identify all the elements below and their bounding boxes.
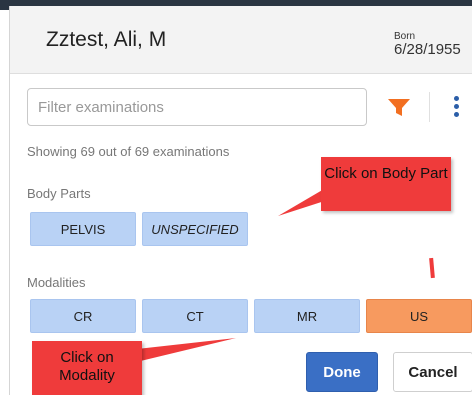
body-part-chip-pelvis[interactable]: PELVIS bbox=[30, 212, 136, 246]
modality-chip-mr[interactable]: MR bbox=[254, 299, 360, 333]
modality-chip-cr[interactable]: CR bbox=[30, 299, 136, 333]
body-parts-label: Body Parts bbox=[27, 186, 91, 201]
toolbar-divider bbox=[429, 92, 430, 122]
filter-examinations-input[interactable] bbox=[27, 88, 367, 126]
results-count: Showing 69 out of 69 examinations bbox=[27, 144, 230, 159]
patient-name: Zztest, Ali, M bbox=[46, 28, 167, 51]
modality-chip-us[interactable]: US bbox=[366, 299, 472, 333]
modalities-label: Modalities bbox=[27, 275, 86, 290]
modality-callout: Click on Modality bbox=[32, 341, 142, 395]
body-part-chip-unspecified[interactable]: UNSPECIFIED bbox=[142, 212, 248, 246]
kebab-menu-icon[interactable] bbox=[450, 94, 464, 120]
body-part-callout: Click on Body Part bbox=[321, 157, 451, 211]
done-button[interactable]: Done bbox=[306, 352, 378, 392]
modality-chip-ct[interactable]: CT bbox=[142, 299, 248, 333]
patient-header: Zztest, Ali, M Born 6/28/1955 bbox=[10, 6, 472, 74]
funnel-icon[interactable] bbox=[386, 94, 412, 120]
cancel-button[interactable]: Cancel bbox=[393, 352, 472, 392]
born-date: 6/28/1955 bbox=[394, 41, 461, 58]
